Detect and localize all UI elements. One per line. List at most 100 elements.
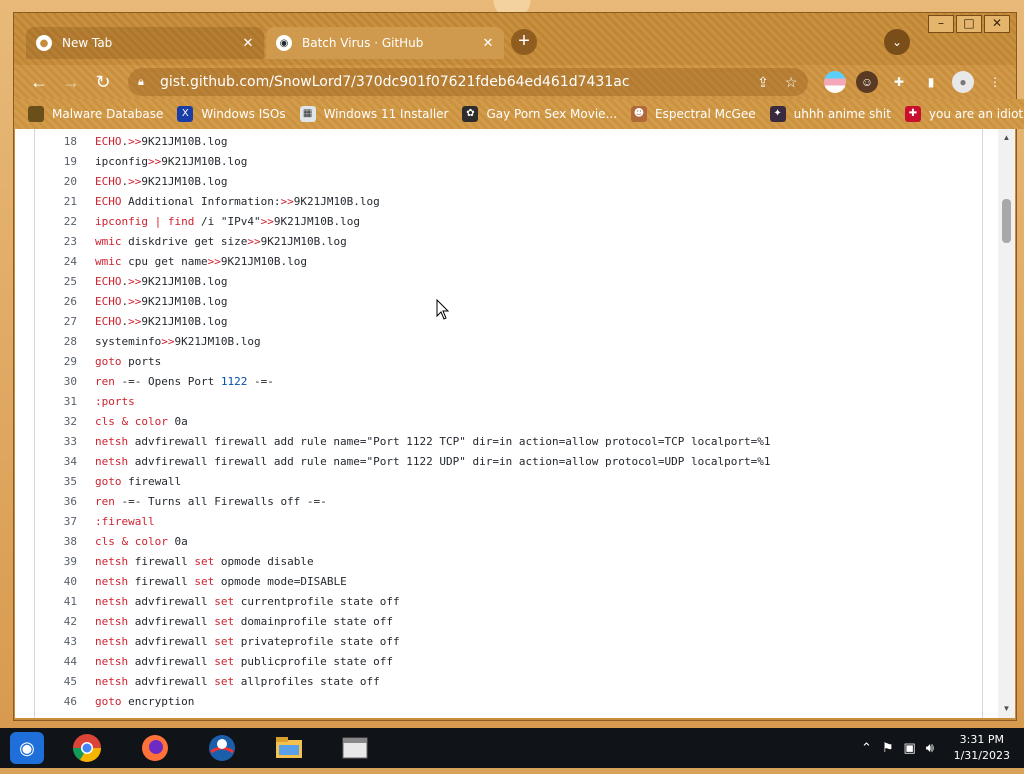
bookmark-windows-11-installer[interactable]: ▦ Windows 11 Installer	[299, 106, 449, 122]
code-token: 0a	[167, 415, 188, 428]
close-window-button[interactable]: ✕	[984, 15, 1010, 33]
back-button[interactable]: ←	[26, 69, 52, 95]
file-explorer-icon[interactable]	[272, 732, 306, 764]
code-token: 9K21JM10B.log	[141, 275, 228, 288]
code-line: 43 netsh advfirewall set privateprofile s…	[35, 632, 975, 652]
line-number: 27	[63, 315, 77, 328]
code-token: opmode mode=DISABLE	[214, 575, 347, 588]
code-token: 1122	[220, 375, 248, 388]
code-token: Additional Information:	[121, 195, 281, 208]
code-token: advfirewall	[128, 655, 215, 668]
code-line: 29 goto ports	[35, 352, 975, 372]
code-token: :firewall	[95, 515, 155, 528]
flag-extension-icon[interactable]	[824, 71, 846, 93]
anime-icon: ✦	[769, 106, 786, 122]
code-text: ipconfig>>9K21JM10B.log	[95, 152, 247, 172]
bookmark-malware-database[interactable]: Malware Database	[28, 106, 163, 122]
close-icon[interactable]: ✕	[478, 36, 498, 51]
code-token: ports	[121, 355, 162, 368]
minimize-button[interactable]: –	[928, 15, 954, 33]
page-content: 18 ECHO.>>9K21JM10B.log 19 ipconfig>>9K21JM…	[15, 129, 998, 718]
code-token: netsh	[95, 635, 129, 648]
lock-icon: 🔒︎	[138, 75, 144, 88]
line-number: 26	[63, 295, 77, 308]
code-token: cls	[95, 415, 115, 428]
code-token: netsh	[95, 675, 129, 688]
obama-icon[interactable]	[205, 732, 239, 764]
tab-search-button[interactable]: ⌄	[884, 29, 910, 55]
bookmark-star-icon[interactable]: ☆	[780, 74, 802, 91]
reload-button[interactable]: ↻	[90, 69, 116, 95]
forward-button[interactable]: →	[58, 69, 84, 95]
app-icon[interactable]	[338, 732, 372, 764]
code-token: netsh	[95, 595, 129, 608]
bookmark-espectral-mcgee[interactable]: ☻ Espectral McGee	[631, 106, 756, 122]
share-icon[interactable]: ⇪	[752, 74, 774, 91]
chevron-up-icon[interactable]: ⌃	[861, 740, 872, 756]
code-token: opmode disable	[214, 555, 314, 568]
code-token: >>	[128, 175, 142, 188]
code-line: 39 netsh firewall set opmode disable	[35, 552, 975, 572]
code-token: >>	[128, 315, 142, 328]
github-icon: ◉	[276, 35, 292, 51]
code-text: netsh advfirewall set domainprofile stat…	[95, 612, 393, 632]
code-token: 9K21JM10B.log	[293, 195, 380, 208]
code-token: :ports	[95, 395, 135, 408]
volume-icon[interactable]: 🔊︎	[926, 740, 934, 756]
scroll-up-icon[interactable]: ▲	[998, 131, 1015, 145]
maximize-button[interactable]: □	[956, 15, 982, 33]
url-text[interactable]: gist.github.com/SnowLord7/370dc901f07621…	[160, 74, 752, 90]
firefox-icon[interactable]	[138, 732, 172, 764]
code-token: -=-	[247, 375, 274, 388]
chrome-icon[interactable]	[70, 732, 104, 764]
bookmark-windows-isos[interactable]: X Windows ISOs	[177, 106, 286, 122]
bookmark-site[interactable]: ✿ Gay Porn Sex Movie...	[462, 106, 617, 122]
start-icon[interactable]: ◉	[10, 732, 44, 764]
flag-icon[interactable]: ⚑	[882, 740, 894, 756]
scroll-down-icon[interactable]: ▼	[998, 702, 1015, 716]
tab-batch-virus[interactable]: ◉ Batch Virus · GitHub ✕	[266, 27, 504, 59]
address-bar[interactable]: 🔒︎ gist.github.com/SnowLord7/370dc901f07…	[128, 68, 808, 96]
code-token: 9K21JM10B.log	[174, 335, 261, 348]
code-token: >>	[128, 135, 142, 148]
puzzle-icon[interactable]: ✚	[888, 71, 910, 93]
code-token: wmic	[95, 235, 122, 248]
code-token: 9K21JM10B.log	[141, 295, 228, 308]
bookmark-label: Windows 11 Installer	[323, 107, 449, 121]
line-number: 43	[63, 635, 77, 648]
line-number: 25	[63, 275, 77, 288]
folder-icon	[28, 106, 44, 122]
bookmark-anime[interactable]: ✦ uhhh anime shit	[769, 106, 891, 122]
menu-icon[interactable]: ⋮	[984, 71, 1006, 93]
code-token: publicprofile state off	[234, 655, 394, 668]
close-icon[interactable]: ✕	[238, 36, 258, 51]
x-icon: X	[177, 106, 194, 122]
code-token: cpu get name	[121, 255, 208, 268]
line-number: 38	[63, 535, 77, 548]
network-icon[interactable]: ▣	[904, 740, 916, 756]
code-text: ECHO.>>9K21JM10B.log	[95, 172, 227, 192]
clock[interactable]: 3:31 PM 1/31/2023	[954, 732, 1010, 764]
scrollbar[interactable]: ▲ ▼	[998, 129, 1015, 718]
bookmark-you-are-an-idiot[interactable]: ✚ you are an idiot!	[904, 106, 1024, 122]
code-token: netsh	[95, 555, 129, 568]
code-token: privateprofile state off	[234, 635, 400, 648]
code-token: ren	[95, 495, 115, 508]
code-token: set	[214, 615, 235, 628]
new-tab-button[interactable]: +	[511, 29, 537, 55]
avatar[interactable]: ●	[952, 71, 974, 93]
code-token: 9K21JM10B.log	[260, 235, 347, 248]
code-text: ECHO Additional Information:>>9K21JM10B.…	[95, 192, 380, 212]
tab-new-tab[interactable]: ● New Tab ✕	[26, 27, 264, 59]
code-token: ECHO	[95, 295, 122, 308]
code-line: 33 netsh advfirewall firewall add rule na…	[35, 432, 975, 452]
code-token: >>	[161, 335, 175, 348]
profile-extension-icon[interactable]: ☺	[856, 71, 878, 93]
code-text: wmic diskdrive get size>>9K21JM10B.log	[95, 232, 347, 252]
code-token: netsh	[95, 435, 129, 448]
code-text: netsh advfirewall set privateprofile sta…	[95, 632, 400, 652]
scroll-thumb[interactable]	[1002, 199, 1011, 243]
side-panel-icon[interactable]: ▮	[920, 71, 942, 93]
code-token: 9K21JM10B.log	[141, 315, 228, 328]
tab-title: New Tab	[62, 36, 113, 50]
